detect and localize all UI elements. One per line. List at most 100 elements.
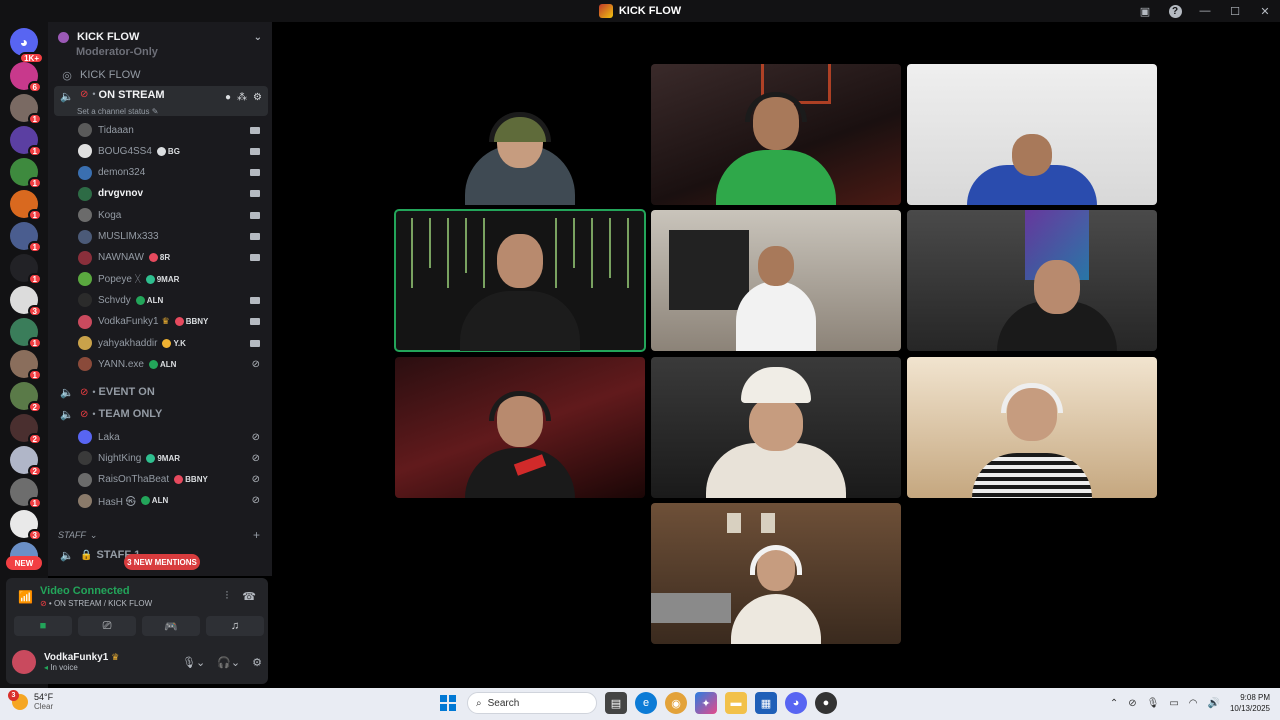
- partial-channel-label[interactable]: Moderator-Only: [76, 46, 158, 58]
- task-view-icon[interactable]: ▤: [605, 692, 627, 714]
- weather-widget[interactable]: 3 54°F Clear: [8, 689, 53, 711]
- maximize-button[interactable]: ☐: [1220, 0, 1250, 22]
- video-tile[interactable]: [651, 64, 901, 205]
- voice-user[interactable]: RaisOnThaBeat BBNY ⊘: [48, 470, 272, 490]
- server-icon[interactable]: 1: [10, 254, 42, 285]
- store-icon[interactable]: ▦: [755, 692, 777, 714]
- new-mentions-pill[interactable]: 3 NEW MENTIONS: [124, 554, 200, 570]
- server-icon[interactable]: 2: [10, 414, 42, 445]
- discord-taskbar-icon[interactable]: ◕: [785, 692, 807, 714]
- voice-user[interactable]: Tidaaan: [48, 120, 272, 140]
- network-off-icon[interactable]: ⊘: [1128, 698, 1136, 709]
- voice-user[interactable]: Popeye ᚷ 9MAR: [48, 269, 272, 289]
- server-icon[interactable]: 1: [10, 222, 42, 253]
- new-unreads-pill[interactable]: NEW: [6, 556, 42, 570]
- server-icon[interactable]: 1: [10, 350, 42, 381]
- channel-kick-flow[interactable]: ◎ KICK FLOW: [48, 65, 272, 85]
- chat-icon[interactable]: ●: [225, 92, 231, 103]
- category-staff[interactable]: STAFF ⌄ +: [48, 525, 272, 545]
- chevron-down-icon[interactable]: ⌄: [254, 32, 262, 43]
- mic-muted-icon: ⊘: [251, 474, 260, 486]
- server-icon[interactable]: 3: [10, 286, 42, 317]
- display-icon[interactable]: ▭: [1169, 698, 1178, 709]
- disconnect-icon[interactable]: ☎: [242, 590, 256, 603]
- voice-user[interactable]: MUSLIMx333: [48, 227, 272, 247]
- microphone-icon[interactable]: 🎙⌄: [182, 656, 205, 669]
- settings-gear-icon[interactable]: ⚙: [252, 656, 262, 669]
- clock[interactable]: 9:08 PM 10/13/2025: [1230, 692, 1270, 714]
- voice-user[interactable]: YANN.exe ALN ⊘: [48, 354, 272, 374]
- wifi-icon[interactable]: ◠: [1189, 698, 1198, 709]
- invite-icon[interactable]: ⁂: [237, 92, 247, 103]
- soundboard-button[interactable]: ♫: [206, 616, 264, 636]
- voice-user[interactable]: HasH ㉿ ALN ⊘: [48, 491, 272, 511]
- channel-team-only[interactable]: 🔈 ⊘ • TEAM ONLY: [48, 404, 272, 424]
- voice-user[interactable]: drvgvnov: [48, 184, 272, 204]
- voice-location[interactable]: ⊘ • ON STREAM / KICK FLOW: [40, 599, 152, 608]
- chrome-icon[interactable]: ◉: [665, 692, 687, 714]
- camera-button[interactable]: ■: [14, 616, 72, 636]
- signal-icon[interactable]: 📶: [18, 590, 33, 604]
- server-icon[interactable]: 2: [10, 382, 42, 413]
- file-explorer-icon[interactable]: ▬: [725, 692, 747, 714]
- avatar[interactable]: [12, 650, 36, 674]
- voice-user[interactable]: Schvdy ALN: [48, 290, 272, 310]
- video-tile-speaking[interactable]: [394, 209, 646, 352]
- video-tile[interactable]: [395, 64, 645, 205]
- headset-icon[interactable]: 🎧⌄: [217, 656, 240, 669]
- help-icon[interactable]: ?: [1160, 0, 1190, 22]
- voice-user[interactable]: NAWNAW 8R: [48, 248, 272, 268]
- server-icon[interactable]: 1: [10, 318, 42, 349]
- user-name: drvgvnov: [98, 188, 144, 200]
- channel-status-hint[interactable]: Set a channel status ✎: [77, 107, 158, 116]
- home-button[interactable]: ◕ 1K+: [10, 28, 44, 64]
- activities-button[interactable]: 🎮: [142, 616, 200, 636]
- server-icon[interactable]: 2: [10, 446, 42, 477]
- status-hint-text: Set a channel status: [77, 107, 150, 116]
- video-tile[interactable]: [651, 357, 901, 498]
- server-icon[interactable]: 6: [10, 62, 42, 93]
- server-badge: 3: [27, 529, 42, 541]
- microphone-icon[interactable]: 🎙: [1147, 698, 1160, 709]
- server-icon[interactable]: 1: [10, 190, 42, 221]
- gear-icon[interactable]: ⚙: [253, 92, 262, 103]
- noise-suppression-icon[interactable]: ⫶: [226, 590, 229, 603]
- copilot-icon[interactable]: ✦: [695, 692, 717, 714]
- tag-label: ALN: [159, 359, 177, 369]
- voice-user[interactable]: NightKing 9MAR ⊘: [48, 448, 272, 468]
- voice-user[interactable]: Laka ⊘: [48, 427, 272, 447]
- video-tile[interactable]: [395, 357, 645, 498]
- server-icon[interactable]: 1: [10, 478, 42, 509]
- video-tile[interactable]: [651, 503, 901, 644]
- server-icon[interactable]: 1: [10, 126, 42, 157]
- search-icon: ⌕: [476, 697, 482, 709]
- voice-user[interactable]: BOUG4SS4 BG: [48, 141, 272, 161]
- windows-start-icon[interactable]: [437, 692, 459, 714]
- video-tile[interactable]: [907, 357, 1157, 498]
- video-icon: [250, 254, 260, 262]
- voice-user[interactable]: yahyakhaddir Y.K: [48, 333, 272, 353]
- server-icon[interactable]: 3: [10, 510, 42, 541]
- voice-user[interactable]: demon324: [48, 163, 272, 183]
- inbox-icon[interactable]: ▣: [1130, 0, 1160, 22]
- voice-user[interactable]: Koga: [48, 205, 272, 225]
- server-icon[interactable]: 1: [10, 94, 42, 125]
- user-name: Popeye ᚷ: [98, 273, 141, 285]
- chevron-up-icon[interactable]: ⌃: [1110, 698, 1118, 709]
- volume-icon[interactable]: 🔊: [1208, 698, 1220, 709]
- edge-icon[interactable]: e: [635, 692, 657, 714]
- app-taskbar-icon[interactable]: ●: [815, 692, 837, 714]
- server-icon[interactable]: 1: [10, 158, 42, 189]
- video-tile[interactable]: [907, 64, 1157, 205]
- channel-event-on[interactable]: 🔈 ⊘ • EVENT ON: [48, 382, 272, 402]
- server-badge: 2: [27, 465, 42, 477]
- close-button[interactable]: ✕: [1250, 0, 1280, 22]
- voice-status[interactable]: Video Connected: [40, 585, 130, 597]
- video-tile[interactable]: [907, 210, 1157, 351]
- minimize-button[interactable]: —: [1190, 0, 1220, 22]
- taskbar-search[interactable]: ⌕ Search: [467, 692, 597, 714]
- video-tile[interactable]: [651, 210, 901, 351]
- add-channel-icon[interactable]: +: [253, 528, 260, 542]
- voice-user[interactable]: VodkaFunky1 ♛ BBNY: [48, 312, 272, 332]
- screenshare-button[interactable]: ⎚: [78, 616, 136, 636]
